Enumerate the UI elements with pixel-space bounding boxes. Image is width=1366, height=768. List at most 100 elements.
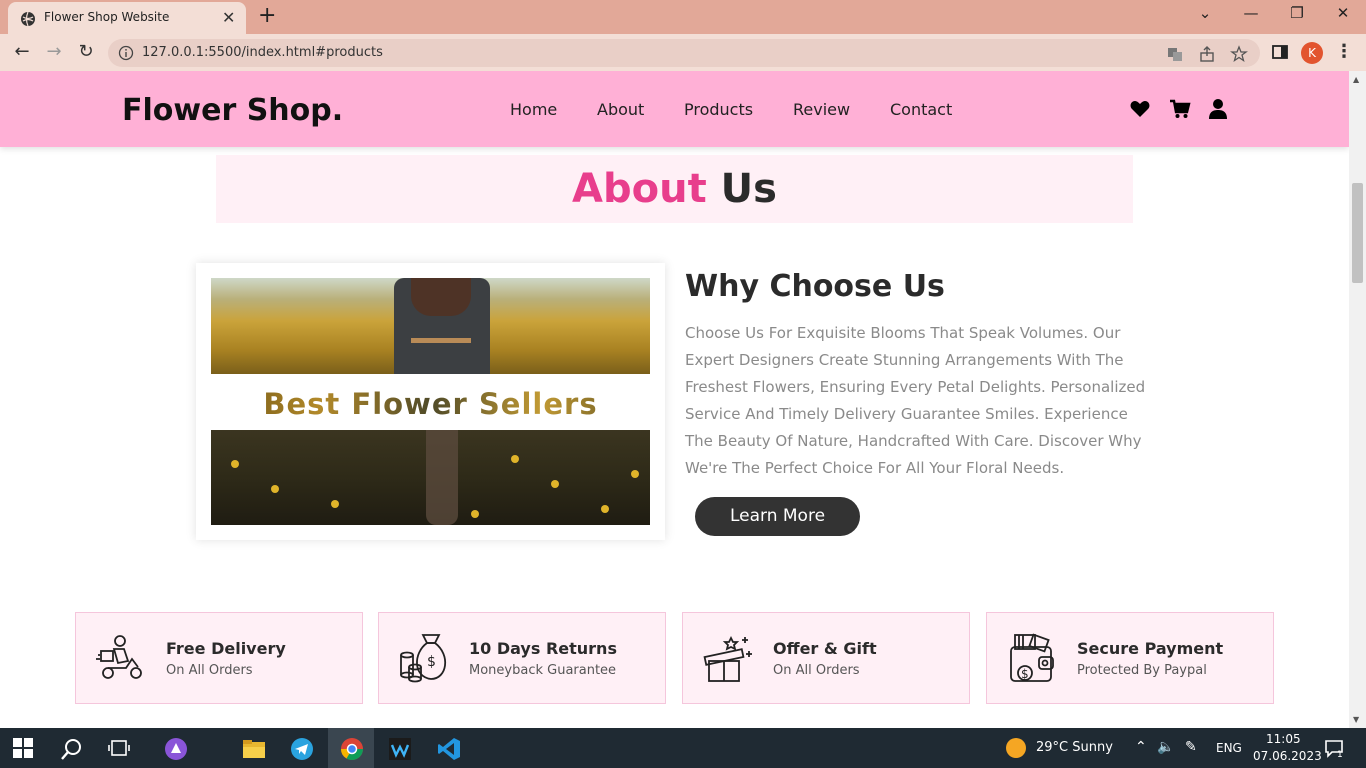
webstorm-icon <box>389 738 411 760</box>
taskbar-app-chrome[interactable] <box>328 728 374 768</box>
about-heading-accent: About <box>572 166 707 212</box>
taskbar-app-webstorm[interactable] <box>376 728 422 768</box>
language-indicator[interactable]: ENG <box>1216 741 1242 755</box>
close-tab-icon[interactable]: ✕ <box>222 8 235 27</box>
page-scrollbar[interactable]: ▲ ▼ <box>1349 71 1366 728</box>
site-header: Flower Shop. Home About Products Review … <box>0 71 1349 147</box>
about-heading-banner: About Us <box>216 155 1133 223</box>
task-view-icon <box>108 740 130 756</box>
address-bar[interactable]: 127.0.0.1:5500/index.html#products <box>108 39 1260 67</box>
feature-subtitle: Protected By Paypal <box>1077 663 1207 678</box>
scroll-down-arrow-icon[interactable]: ▼ <box>1353 715 1359 724</box>
new-tab-icon[interactable]: + <box>258 3 276 28</box>
user-icon[interactable] <box>1207 98 1229 120</box>
page-viewport: Flower Shop. Home About Products Review … <box>0 71 1349 728</box>
flower-dot <box>511 455 519 463</box>
tab-search-icon[interactable]: ⌄ <box>1193 4 1217 22</box>
feature-title: Secure Payment <box>1077 639 1224 658</box>
feature-free-delivery: Free Delivery On All Orders <box>75 612 363 704</box>
restore-icon[interactable]: ❐ <box>1285 4 1309 22</box>
reload-icon[interactable]: ↻ <box>74 41 98 63</box>
flower-dot <box>551 480 559 488</box>
flower-dot <box>231 460 239 468</box>
feature-subtitle: On All Orders <box>166 663 253 678</box>
svg-text:$: $ <box>1021 667 1029 681</box>
wallet-icon: $ <box>1010 633 1054 682</box>
browser-toolbar: ← → ↻ 127.0.0.1:5500/index.html#products… <box>0 34 1366 71</box>
nav-home[interactable]: Home <box>510 100 557 119</box>
flower-dot <box>471 510 479 518</box>
money-bag-icon: $ <box>400 634 446 683</box>
taskbar-app-cortana[interactable] <box>152 728 198 768</box>
field-photo-top <box>211 278 650 374</box>
side-panel-icon[interactable] <box>1270 42 1290 62</box>
show-hidden-icons-icon[interactable]: ⌃ <box>1135 739 1147 755</box>
flower-dot <box>631 470 639 478</box>
globe-icon <box>21 11 35 27</box>
site-logo[interactable]: Flower Shop. <box>122 93 343 128</box>
nav-about[interactable]: About <box>597 100 644 119</box>
bookmark-star-icon[interactable] <box>1230 45 1248 63</box>
feature-offer-gift: Offer & Gift On All Orders <box>682 612 970 704</box>
start-button[interactable] <box>0 728 46 768</box>
flower-dot <box>331 500 339 508</box>
menu-kebab-icon[interactable]: ⋮ <box>1332 41 1356 63</box>
assistant-app-icon <box>165 738 187 760</box>
close-window-icon[interactable]: ✕ <box>1331 4 1355 22</box>
search-button[interactable] <box>48 728 94 768</box>
taskbar-app-vscode[interactable] <box>425 728 471 768</box>
search-icon <box>61 739 81 760</box>
flower-dot <box>601 505 609 513</box>
share-icon[interactable] <box>1198 45 1216 63</box>
feature-title: Offer & Gift <box>773 639 877 658</box>
scrollbar-thumb[interactable] <box>1352 183 1363 283</box>
cart-icon[interactable] <box>1169 98 1191 120</box>
tab-title: Flower Shop Website <box>44 10 170 24</box>
delivery-scooter-icon <box>96 635 142 679</box>
feature-title: Free Delivery <box>166 639 286 658</box>
telegram-icon <box>291 738 313 760</box>
feature-title: 10 Days Returns <box>469 639 617 658</box>
site-info-icon[interactable] <box>118 45 134 61</box>
back-icon[interactable]: ← <box>10 41 34 63</box>
chrome-icon <box>341 738 363 760</box>
vscode-icon <box>438 738 460 760</box>
about-image-card: Best Flower Sellers <box>196 263 665 540</box>
taskbar-app-telegram[interactable] <box>278 728 324 768</box>
weather-text[interactable]: 29°C Sunny <box>1036 740 1113 755</box>
field-photo-bottom <box>211 430 650 525</box>
svg-text:$: $ <box>427 654 436 670</box>
sun-weather-icon <box>1006 738 1026 758</box>
profile-avatar[interactable]: K <box>1301 42 1323 64</box>
feature-returns: $ 10 Days Returns Moneyback Guarantee <box>378 612 666 704</box>
feature-subtitle: On All Orders <box>773 663 860 678</box>
translate-icon[interactable] <box>1166 45 1184 63</box>
nav-contact[interactable]: Contact <box>890 100 952 119</box>
taskbar-app-explorer[interactable] <box>230 728 276 768</box>
card-title: Best Flower Sellers <box>211 374 650 430</box>
windows-logo-icon <box>13 738 33 758</box>
volume-icon[interactable]: 🔈 <box>1157 739 1174 755</box>
learn-more-button[interactable]: Learn More <box>695 497 860 536</box>
woman-legs <box>426 430 458 525</box>
task-view-button[interactable] <box>96 728 142 768</box>
clock-date[interactable]: 07.06.2023 <box>1253 749 1322 763</box>
minimize-icon[interactable]: — <box>1239 4 1263 22</box>
nav-products[interactable]: Products <box>684 100 753 119</box>
url-text: 127.0.0.1:5500/index.html#products <box>142 45 383 60</box>
pen-icon[interactable]: ✎ <box>1185 739 1197 755</box>
gift-box-icon <box>703 635 752 682</box>
feature-secure-payment: $ Secure Payment Protected By Paypal <box>986 612 1274 704</box>
forward-icon[interactable]: → <box>42 41 66 63</box>
about-heading-rest: Us <box>720 166 777 212</box>
why-choose-title: Why Choose Us <box>685 269 945 304</box>
folder-icon <box>243 740 265 758</box>
clock-time[interactable]: 11:05 <box>1266 732 1301 746</box>
scroll-up-arrow-icon[interactable]: ▲ <box>1353 75 1359 84</box>
woman-hair <box>411 278 471 316</box>
browser-tab[interactable]: Flower Shop Website ✕ <box>8 2 246 34</box>
nav-review[interactable]: Review <box>793 100 850 119</box>
woman-belt <box>411 338 471 343</box>
heart-icon[interactable] <box>1129 98 1151 120</box>
notification-count: 1 <box>1337 750 1343 760</box>
